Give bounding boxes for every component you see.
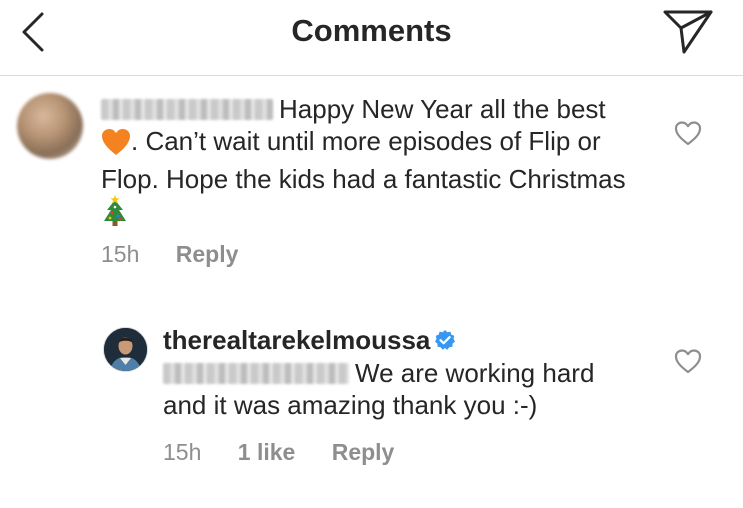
send-icon <box>663 10 713 54</box>
comment-meta: 15h Reply <box>101 241 238 268</box>
reply-likes-count[interactable]: 1 like <box>238 439 296 465</box>
like-comment-button[interactable] <box>674 120 702 146</box>
reply-timestamp: 15h <box>163 439 202 465</box>
page-title: Comments <box>291 13 452 48</box>
reply-username[interactable]: therealtarekelmoussa <box>163 325 430 355</box>
share-button[interactable] <box>660 8 714 56</box>
heart-icon <box>674 349 702 374</box>
reply-meta: 15h 1 like Reply <box>163 439 394 466</box>
comment-text-part-2: . Can’t wait until more episodes of Flip… <box>101 126 626 194</box>
commenter-avatar[interactable] <box>17 93 83 159</box>
reply-author-line: therealtarekelmoussa <box>163 324 456 356</box>
reply-author-avatar[interactable] <box>103 327 148 372</box>
orange-heart-emoji <box>101 128 131 163</box>
header-bar: Comments <box>0 0 743 76</box>
commenter-username-blurred[interactable] <box>101 99 273 120</box>
comment-body: Happy New Year all the best . Can’t wait… <box>101 93 641 234</box>
profile-photo <box>104 328 147 371</box>
verified-badge-icon <box>434 326 456 350</box>
reply-body: therealtarekelmoussa We are working hard… <box>163 325 643 421</box>
comment-text-part-1: Happy New Year all the best <box>279 94 606 124</box>
reply-button[interactable]: Reply <box>332 439 395 465</box>
like-reply-button[interactable] <box>674 348 702 374</box>
mentioned-username-blurred[interactable] <box>163 363 349 384</box>
heart-icon <box>674 121 702 146</box>
christmas-tree-emoji <box>101 195 129 234</box>
reply-button[interactable]: Reply <box>176 241 239 267</box>
comment-timestamp: 15h <box>101 241 140 267</box>
